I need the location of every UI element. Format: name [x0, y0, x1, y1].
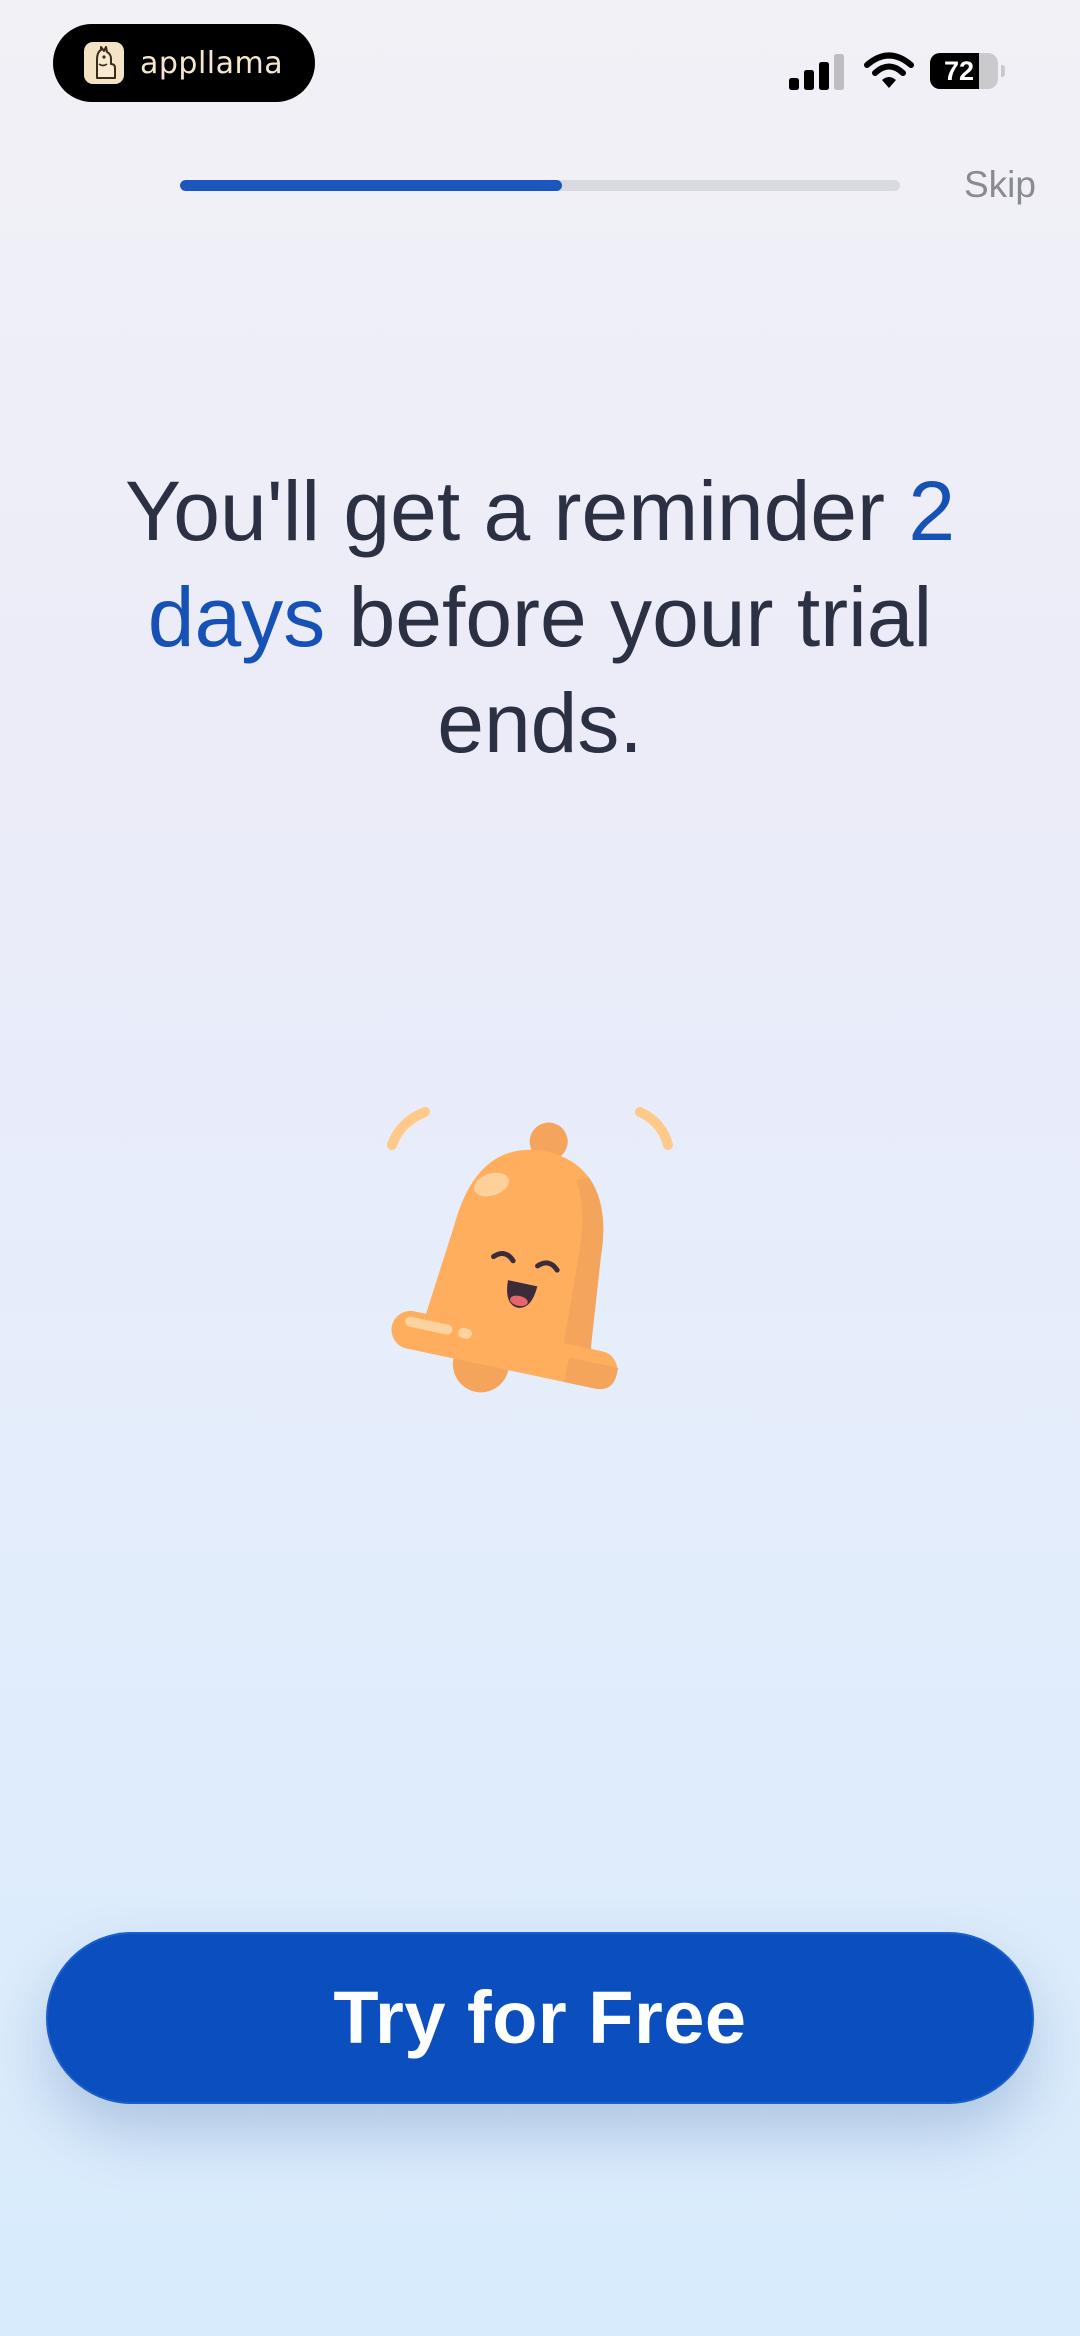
onboarding-progress-bar	[180, 180, 900, 191]
app-badge[interactable]: appllama	[53, 24, 315, 102]
cellular-signal-icon	[789, 54, 844, 90]
skip-button[interactable]: Skip	[940, 160, 1060, 210]
page-title: You'll get a reminder 2 days before your…	[40, 458, 1040, 776]
headline-text-end: before your trial ends.	[325, 570, 933, 770]
smiling-bell-icon	[387, 1107, 673, 1393]
status-bar: appllama 72	[0, 0, 1080, 130]
onboarding-progress-fill	[180, 180, 562, 191]
battery-icon: 72	[930, 53, 1005, 89]
try-for-free-button[interactable]: Try for Free	[46, 1932, 1034, 2104]
llama-logo-icon	[84, 42, 124, 84]
battery-level: 72	[943, 56, 975, 86]
headline-text: You'll get a reminder	[124, 464, 909, 558]
wifi-icon	[864, 52, 914, 88]
app-name: appllama	[140, 45, 284, 81]
